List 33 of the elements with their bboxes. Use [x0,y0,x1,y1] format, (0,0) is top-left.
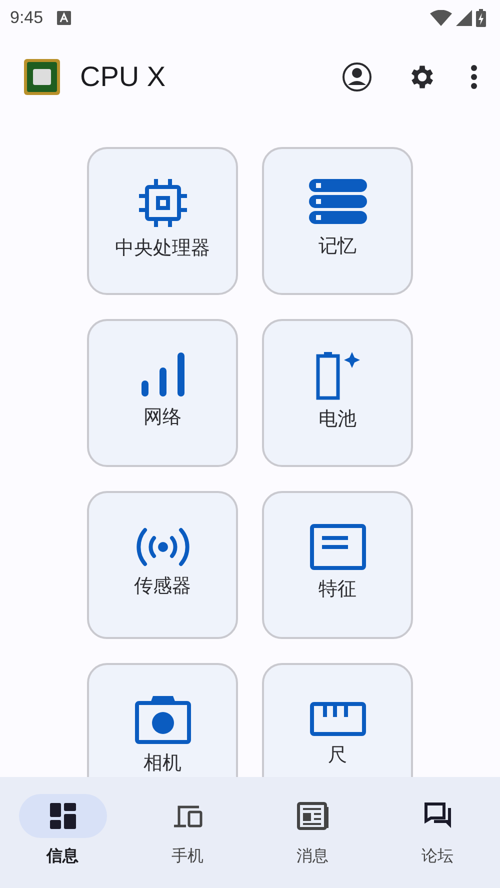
nav-tab[interactable]: 信息 [0,777,125,888]
category-card[interactable]: 网络 [87,319,238,467]
nav-tab[interactable]: 消息 [250,777,375,888]
category-card[interactable]: 传感器 [87,491,238,639]
forum-icon [424,802,452,830]
article-icon [310,524,366,570]
battery-icon [314,350,360,400]
devices-icon [172,803,202,829]
ruler-icon [310,702,366,736]
category-card[interactable]: 中央处理器 [87,147,238,295]
chip-icon [136,176,188,229]
signal-bars-icon [140,352,186,398]
battery-charging-icon [476,8,486,26]
sensor-icon [134,526,190,567]
account-icon [342,62,372,92]
nav-tab[interactable]: 手机 [125,777,250,888]
category-card[interactable]: 记忆 [262,147,413,295]
more-icon [470,64,478,90]
notification-icon [57,10,72,24]
wifi-icon [430,10,452,26]
app-title: CPU X [80,61,166,93]
newspaper-icon [296,802,328,830]
category-card[interactable]: 尺 [262,663,413,777]
status-time: 9:45 [10,8,44,28]
app-logo [24,59,60,95]
nav-tab[interactable]: 论坛 [375,777,500,888]
camera-icon [134,694,190,744]
cell-signal-icon [456,10,472,26]
dashboard-icon [50,803,76,829]
category-card[interactable]: 相机 [87,663,238,777]
category-card[interactable]: 特征 [262,491,413,639]
storage-icon [308,178,366,227]
category-card[interactable]: 电池 [262,319,413,467]
